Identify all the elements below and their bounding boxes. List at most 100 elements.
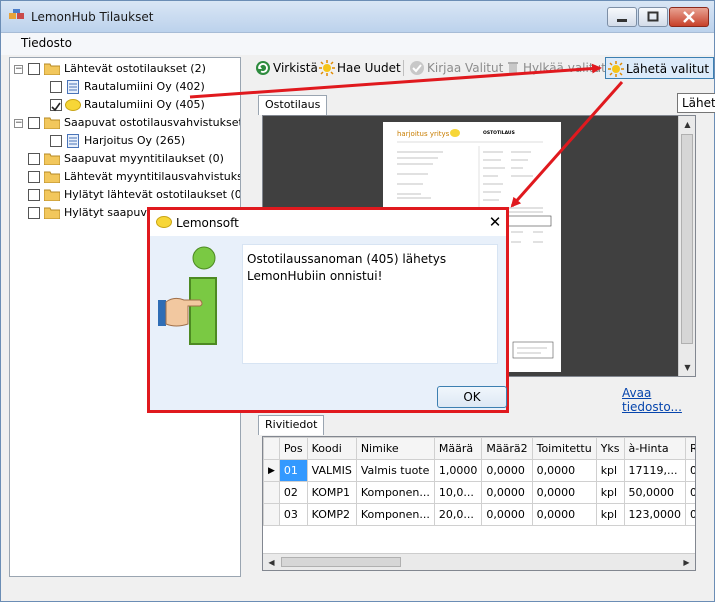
cell[interactable]: kpl [595,459,625,482]
tree-node-order-402[interactable]: Rautalumiini Oy (402) [50,78,240,96]
column-header[interactable]: Yks [595,437,625,460]
row-header-corner [263,437,280,460]
collapse-toggle[interactable]: − [14,65,23,74]
tree-node-incoming-confirmations[interactable]: − Saapuvat ostotilausvahvistukset (1) [14,114,241,132]
ok-button[interactable]: OK [437,386,507,408]
scroll-down-icon[interactable]: ▼ [679,359,696,376]
cell[interactable]: 0,0000 [481,459,533,482]
close-icon [683,11,695,23]
cell[interactable]: kpl [595,503,625,526]
cell[interactable]: Valmis tuote [355,459,435,482]
column-header[interactable]: R [685,437,695,460]
collapse-toggle[interactable]: − [14,119,23,128]
cell[interactable]: 50,0000 [623,481,687,504]
cell[interactable]: 0,0000 [531,459,597,482]
order-rows-grid: Pos Koodi Nimike Määrä Määrä2 Toimitettu… [262,436,696,571]
close-icon[interactable]: ✕ [486,213,504,231]
send-selected-label: Lähetä valitut [626,62,710,76]
checkbox[interactable] [50,135,62,147]
checkbox[interactable] [28,63,40,75]
cell[interactable]: 0,0000 [481,503,533,526]
tab-rivitiedot[interactable]: Rivitiedot [258,415,325,435]
cell[interactable]: 10,0... [433,481,483,504]
tree-label: Lähtevät myyntitilausvahvistukset (0) [64,170,241,183]
tree-label: Lähtevät ostotilaukset (2) [64,62,206,75]
open-file-link[interactable]: Avaa tiedosto... [622,386,714,414]
column-header[interactable]: Nimike [355,437,435,460]
maximize-icon [647,11,659,22]
row-header[interactable] [263,503,280,526]
scroll-thumb[interactable] [281,557,401,567]
folder-icon [44,63,60,75]
cell[interactable]: 0,0000 [531,481,597,504]
doc-company: harjoitus yritys [397,130,450,138]
column-header[interactable]: à-Hinta [623,437,687,460]
checkbox[interactable] [28,153,40,165]
scroll-right-icon[interactable]: ▶ [678,554,695,570]
dialog-footer: OK [150,384,507,410]
cell[interactable]: 1,0000 [433,459,483,482]
tree-node-outgoing-orders[interactable]: − Lähtevät ostotilaukset (2) [14,60,240,78]
cell[interactable]: 0, [685,481,695,504]
send-selected-button[interactable]: Lähetä valitut [605,57,715,79]
maximize-button[interactable] [638,7,668,27]
cell[interactable]: 03 [278,503,308,526]
table-row[interactable]: 02 KOMP1 Komponen... 10,0... 0,0000 0,00… [263,481,695,504]
cell[interactable]: kpl [595,481,625,504]
checkbox[interactable] [28,171,40,183]
column-header[interactable]: Toimitettu [531,437,597,460]
cell[interactable]: 123,0000 [623,503,687,526]
tree-node-incoming-sales-orders[interactable]: Saapuvat myyntitilaukset (0) [14,150,240,168]
header-row: Pos Koodi Nimike Määrä Määrä2 Toimitettu… [263,437,695,460]
tree-label: Saapuvat ostotilausvahvistukset (1) [64,116,241,129]
cell[interactable]: 20,0... [433,503,483,526]
current-row-indicator-icon[interactable]: ▶ [263,459,280,482]
column-header[interactable]: Koodi [306,437,357,460]
horizontal-scrollbar[interactable]: ◀ ▶ [263,553,695,570]
table-row[interactable]: 03 KOMP2 Komponen... 20,0... 0,0000 0,00… [263,503,695,526]
window-title: LemonHub Tilaukset [31,10,154,24]
checkbox[interactable] [50,81,62,93]
fetch-new-label: Hae Uudet [337,61,401,75]
cell[interactable]: 0,0000 [531,503,597,526]
column-header[interactable]: Määrä [433,437,483,460]
cell[interactable]: 02 [278,481,308,504]
column-header[interactable]: Määrä2 [481,437,533,460]
scroll-thumb[interactable] [681,134,693,344]
cell[interactable]: VALMIS [306,459,357,482]
row-header[interactable] [263,481,280,504]
dialog-title: Lemonsoft [176,216,239,230]
scroll-left-icon[interactable]: ◀ [263,554,280,570]
column-header[interactable]: Pos [278,437,308,460]
cell[interactable]: KOMP1 [306,481,357,504]
cell[interactable]: KOMP2 [306,503,357,526]
table-row[interactable]: ▶ 01 VALMIS Valmis tuote 1,0000 0,0000 0… [263,459,695,482]
tree-node-rejected-outgoing-orders[interactable]: Hylätyt lähtevät ostotilaukset (0) [14,186,240,204]
cell[interactable]: 17119,... [623,459,687,482]
document-icon [67,134,79,148]
checkbox[interactable] [28,189,40,201]
refresh-button[interactable]: Virkistä [253,57,318,79]
close-window-button[interactable] [669,7,709,27]
tree-node-harjoitus-265[interactable]: Harjoitus Oy (265) [50,132,240,150]
cell[interactable]: 01 [278,459,308,482]
checkbox[interactable] [28,207,40,219]
cell[interactable]: 0, [685,459,695,482]
folder-icon [44,207,60,219]
tree-node-order-405[interactable]: Rautalumiini Oy (405) [50,96,240,114]
cell[interactable]: Komponen... [355,481,435,504]
cell[interactable]: 0, [685,503,695,526]
fetch-new-button[interactable]: Hae Uudet [317,57,401,79]
scroll-up-icon[interactable]: ▲ [679,116,696,133]
minimize-button[interactable] [607,7,637,27]
cell[interactable]: Komponen... [355,503,435,526]
reject-selected-button[interactable]: Hylkää valitut [503,57,606,79]
checkbox-checked[interactable] [50,99,62,112]
record-selected-button[interactable]: Kirjaa Valitut [407,57,503,79]
cell[interactable]: 0,0000 [481,481,533,504]
menu-tiedosto[interactable]: Tiedosto [21,36,72,50]
vertical-scrollbar[interactable]: ▲ ▼ [678,116,695,376]
tab-ostotilaus[interactable]: Ostotilaus [258,95,328,115]
checkbox[interactable] [28,117,40,129]
tree-node-outgoing-sales-confirmations[interactable]: Lähtevät myyntitilausvahvistukset (0) [14,168,241,186]
